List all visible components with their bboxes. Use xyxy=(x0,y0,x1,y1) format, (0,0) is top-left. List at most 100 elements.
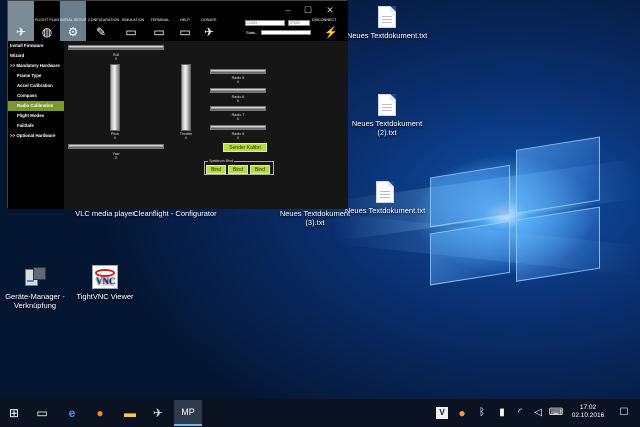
help-icon: ▭ xyxy=(179,25,191,39)
com-port-select[interactable]: COM3 xyxy=(245,20,285,26)
wifi-icon[interactable]: ◜ xyxy=(512,405,528,421)
keyboard-icon[interactable]: ⌨ xyxy=(548,405,564,421)
globe-icon: ◍ xyxy=(41,25,53,39)
sidebar-item[interactable]: Wizard xyxy=(8,51,64,61)
monitor-icon: ▭ xyxy=(125,25,137,39)
desktop-icon-label: Neues Textdokument.txt xyxy=(346,31,428,40)
tab-wizard[interactable]: ✈ xyxy=(8,1,34,41)
sidebar-item[interactable]: Install Firmware xyxy=(8,41,64,51)
stats-link[interactable]: Stats... xyxy=(246,30,258,35)
radio5-value: 0 xyxy=(236,80,240,84)
sidebar-item[interactable]: Radio Calibration xyxy=(8,101,64,111)
system-clock[interactable]: 17:02 02.10.2016 xyxy=(566,404,610,420)
mission-planner-taskbar-icon[interactable]: MP xyxy=(174,400,202,426)
task-view-icon[interactable]: ▭ xyxy=(34,405,50,421)
mission-planner-window: ✈ FLIGHT PLAN ◍ INITIAL SETUP ⚙ CONFIGURAT… xyxy=(7,0,348,209)
radio6-value: 0 xyxy=(236,99,240,103)
sidebar-item[interactable]: >> Optional Hardware xyxy=(8,131,64,141)
link-quality-bar xyxy=(261,30,311,35)
radio6-caption: Radio 60 xyxy=(222,95,254,103)
pitch-value: 0 xyxy=(113,136,117,140)
tray-app-icon[interactable]: ● xyxy=(454,405,470,421)
tab-terminal[interactable]: TERMINAL ▭ xyxy=(146,1,174,41)
yaw-caption: Yaw 0 xyxy=(100,152,132,160)
tab-label: DONATE xyxy=(201,18,217,22)
radio8-value: 0 xyxy=(236,136,240,140)
taskbar: ⊞ ▭ e ● ▬ ✈ MP V ● ᛒ ▮ ◜ ◁ ⌨ 17:02 02.10.… xyxy=(0,399,640,427)
minimize-button[interactable]: – xyxy=(278,3,298,17)
bind-dsmx-button[interactable]: Bind xyxy=(228,165,248,174)
vnc-tray-icon[interactable]: V xyxy=(436,407,448,419)
gear-icon: ⚙ xyxy=(67,25,79,39)
wizard-icon: ✈ xyxy=(15,25,27,39)
edge-browser-icon[interactable]: e xyxy=(64,405,80,421)
tab-configuration[interactable]: CONFIGURATION ✎ xyxy=(88,1,120,41)
tab-initial-setup[interactable]: INITIAL SETUP ⚙ xyxy=(60,1,86,41)
baud-rate-select[interactable]: 57600 xyxy=(288,20,310,26)
spektrum-bind-label: Spektrum Bind xyxy=(208,159,235,163)
desktop-icon-label: Geräte-Manager - Verknüpfung xyxy=(5,292,65,310)
desktop-icon-text-file-2[interactable]: Neues Textdokument (2).txt xyxy=(342,94,432,137)
tab-simulation[interactable]: SIMULATION ▭ xyxy=(118,1,148,41)
disconnect-label: DISCONNECT xyxy=(312,18,337,22)
text-file-icon xyxy=(378,6,396,28)
desktop-icon-device-manager[interactable]: Geräte-Manager - Verknüpfung xyxy=(0,265,70,310)
desktop-icon-cleanflight[interactable]: Cleanflight - Configurator xyxy=(132,209,218,218)
disconnect-plug-icon[interactable]: ⚡ xyxy=(324,26,338,39)
setup-sidebar: Install Firmware Wizard >> Mandatory Hardw… xyxy=(8,41,64,209)
tab-help[interactable]: HELP ▭ xyxy=(172,1,198,41)
radio7-bar xyxy=(210,106,266,111)
tightvnc-icon: VNC xyxy=(92,265,118,289)
bluetooth-icon[interactable]: ᛒ xyxy=(474,405,490,421)
roll-value: 0 xyxy=(114,57,118,61)
throttle-bar xyxy=(181,64,191,131)
tab-label: HELP xyxy=(180,18,190,22)
sidebar-item[interactable]: >> Mandatory Hardware xyxy=(8,61,64,71)
desktop-icon-tightvnc[interactable]: VNC TightVNC Viewer xyxy=(62,265,148,301)
sidebar-item[interactable]: Flight Modes xyxy=(8,111,64,121)
start-button[interactable]: ⊞ xyxy=(6,405,22,421)
yaw-value: 0 xyxy=(114,156,118,160)
desktop-icon-text-file[interactable]: Neues Textdokument.txt xyxy=(342,6,432,40)
desktop-icon-label: TightVNC Viewer xyxy=(76,292,134,301)
sidebar-item[interactable]: Compass xyxy=(8,91,64,101)
tab-donate[interactable]: DONATE ✈ xyxy=(196,1,222,41)
firefox-icon[interactable]: ● xyxy=(92,405,108,421)
throttle-value: 0 xyxy=(184,136,188,140)
tab-flight-plan[interactable]: FLIGHT PLAN ◍ xyxy=(34,1,60,41)
sidebar-item[interactable]: Accel Calibration xyxy=(8,81,64,91)
text-file-icon xyxy=(378,94,396,116)
file-explorer-icon[interactable]: ▬ xyxy=(122,405,138,421)
calibrate-radio-button[interactable]: Sender Kalibri xyxy=(223,143,267,152)
donate-icon: ✈ xyxy=(203,25,215,39)
maximize-button[interactable]: ☐ xyxy=(298,3,318,17)
desktop-icon-text-file-4[interactable]: Neues Textdokument (3).txt xyxy=(272,209,358,227)
bind-dsm2-button[interactable]: Bind xyxy=(206,165,226,174)
radio7-value: 0 xyxy=(236,117,240,121)
radio5-bar xyxy=(210,69,266,74)
windows-wallpaper-logo xyxy=(430,136,600,289)
cleanflight-taskbar-icon[interactable]: ✈ xyxy=(150,405,166,421)
close-button[interactable]: ✕ xyxy=(320,3,340,17)
tab-label: CONFIGURATION xyxy=(88,18,120,22)
radio5-caption: Radio 50 xyxy=(222,76,254,84)
volume-icon[interactable]: ◁ xyxy=(530,405,546,421)
pitch-caption: Pitch 0 xyxy=(99,132,131,140)
bind-dsm-button[interactable]: Bind xyxy=(250,165,270,174)
yaw-bar xyxy=(68,144,164,149)
pitch-bar xyxy=(110,64,120,131)
sidebar-item[interactable]: Frame Type xyxy=(8,71,64,81)
text-file-icon xyxy=(376,181,394,203)
tab-label: SIMULATION xyxy=(121,18,145,22)
terminal-icon: ▭ xyxy=(153,25,165,39)
roll-bar xyxy=(68,45,164,50)
battery-icon[interactable]: ▮ xyxy=(494,405,510,421)
radio6-bar xyxy=(210,88,266,93)
toolbar: ✈ FLIGHT PLAN ◍ INITIAL SETUP ⚙ CONFIGURAT… xyxy=(8,1,348,41)
clock-date: 02.10.2016 xyxy=(571,412,605,419)
radio7-caption: Radio 70 xyxy=(222,113,254,121)
tab-label: TERMINAL xyxy=(150,18,170,22)
notification-center-icon[interactable]: ☐ xyxy=(616,405,632,421)
radio-calibration-panel: Roll 0 Pitch 0 Throttle 0 Yaw 0 Radio 50 Rad… xyxy=(64,41,348,209)
sidebar-item[interactable]: FailSafe xyxy=(8,121,64,131)
